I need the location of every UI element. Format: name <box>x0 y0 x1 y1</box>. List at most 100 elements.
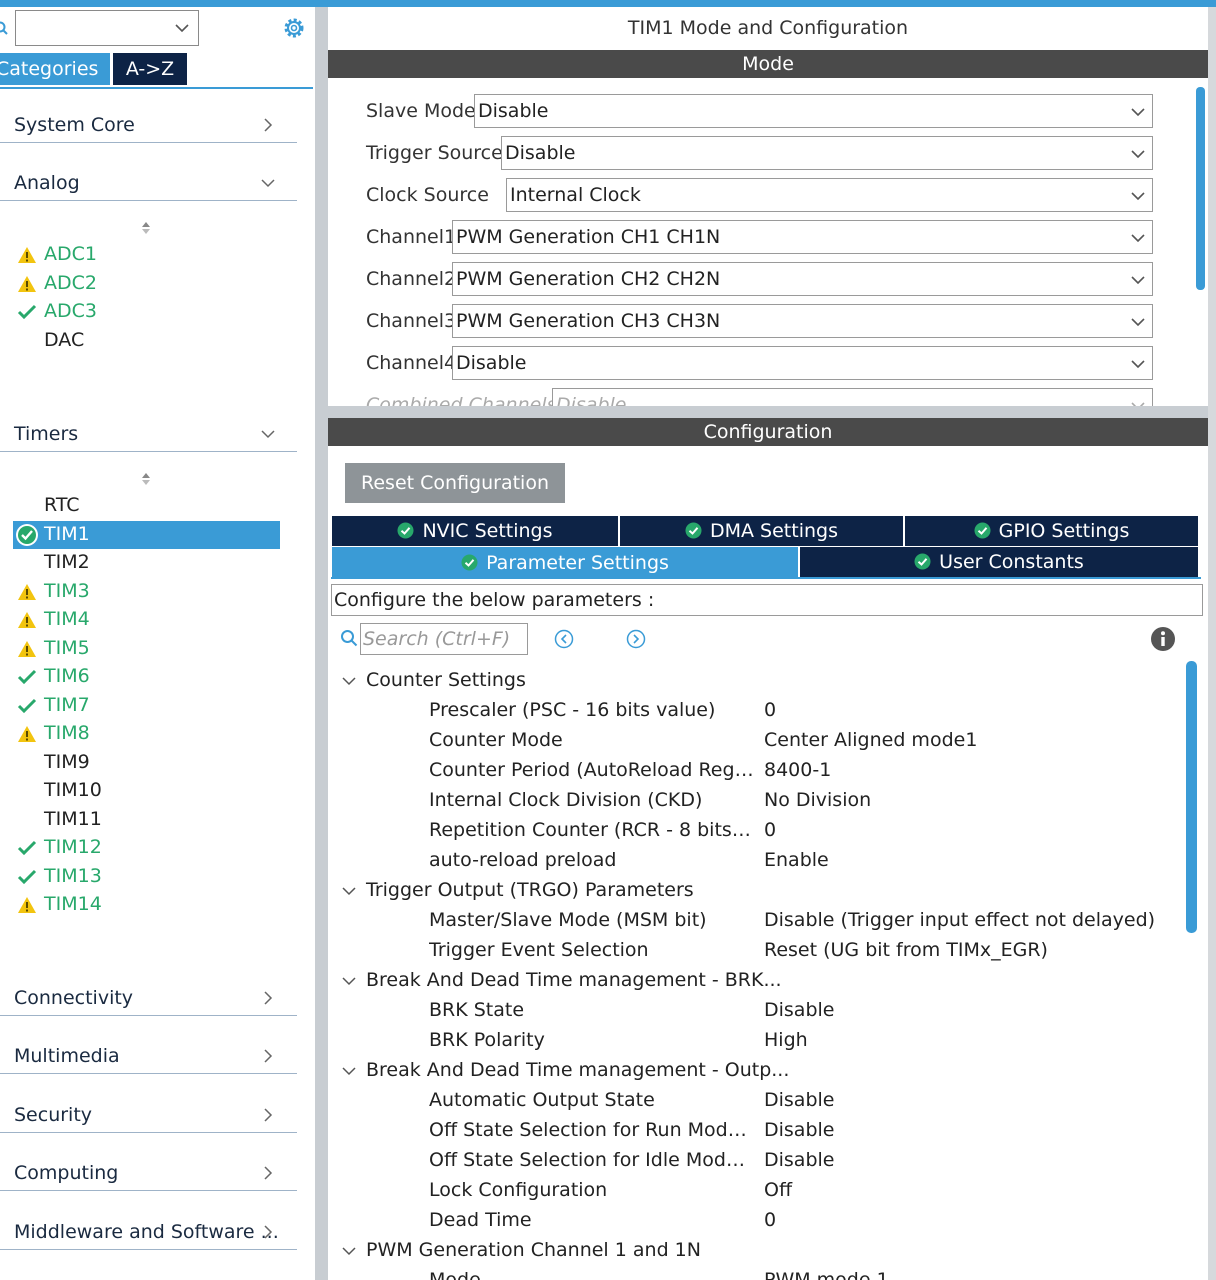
sort-icon[interactable] <box>139 220 153 236</box>
parameter-row[interactable]: auto-reload preload Enable <box>328 846 1186 876</box>
parameter-row[interactable]: Repetition Counter (RCR - 8 bits va... 0 <box>328 816 1186 846</box>
parameter-row[interactable]: BRK Polarity High <box>328 1026 1186 1056</box>
parameter-row[interactable]: Trigger Event Selection Reset (UG bit fro… <box>328 936 1186 966</box>
tree-group-pwm1[interactable]: PWM Generation Channel 1 and 1N <box>328 1236 1186 1266</box>
tab-nvic-settings[interactable]: NVIC Settings <box>332 516 618 546</box>
parameter-value[interactable]: 0 <box>764 1209 776 1231</box>
parameter-value[interactable]: Reset (UG bit from TIMx_EGR) <box>764 939 1048 961</box>
sidebar-item-tim13[interactable]: TIM13 <box>0 863 297 891</box>
channel4-select[interactable]: Disable <box>452 346 1153 380</box>
sidebar-item-rtc[interactable]: RTC <box>0 492 297 520</box>
select-value: PWM Generation CH2 CH2N <box>456 268 721 290</box>
chevron-down-icon[interactable] <box>342 974 356 988</box>
parameter-value[interactable]: Center Aligned mode1 <box>764 729 977 751</box>
parameter-row[interactable]: BRK State Disable <box>328 996 1186 1026</box>
category-timers[interactable]: Timers <box>0 412 297 452</box>
parameter-value[interactable]: Disable (Trigger input effect not delaye… <box>764 909 1155 931</box>
tree-group-trgo[interactable]: Trigger Output (TRGO) Parameters <box>328 876 1186 906</box>
clock-source-select[interactable]: Internal Clock <box>506 178 1153 212</box>
sidebar-item-tim3[interactable]: TIM3 <box>0 578 297 606</box>
tab-parameter-settings[interactable]: Parameter Settings <box>332 547 798 579</box>
sidebar-item-tim10[interactable]: TIM10 <box>0 777 297 805</box>
sidebar-item-tim12[interactable]: TIM12 <box>0 834 297 862</box>
parameter-value[interactable]: High <box>764 1029 808 1051</box>
parameter-value[interactable]: 0 <box>764 699 776 721</box>
search-previous-icon[interactable] <box>554 629 574 649</box>
parameter-row[interactable]: Counter Period (AutoReload Regist... 8400… <box>328 756 1186 786</box>
category-connectivity[interactable]: Connectivity <box>0 976 297 1016</box>
parameter-value[interactable]: Disable <box>764 999 834 1021</box>
combined-channels-select[interactable]: Disable <box>552 388 1153 406</box>
sidebar-item-tim2[interactable]: TIM2 <box>0 549 297 577</box>
parameter-value[interactable]: Disable <box>764 1089 834 1111</box>
sidebar-item-tim14[interactable]: TIM14 <box>0 891 297 919</box>
chevron-down-icon[interactable] <box>174 20 190 36</box>
info-icon[interactable] <box>1150 626 1176 652</box>
parameter-value[interactable]: Off <box>764 1179 792 1201</box>
parameter-row[interactable]: Prescaler (PSC - 16 bits value) 0 <box>328 696 1186 726</box>
category-computing[interactable]: Computing <box>0 1151 297 1191</box>
parameter-row[interactable]: Off State Selection for Idle Mode (... Di… <box>328 1146 1186 1176</box>
chevron-down-icon[interactable] <box>342 674 356 688</box>
tab-a-z[interactable]: A->Z <box>113 53 187 85</box>
parameter-row[interactable]: Lock Configuration Off <box>328 1176 1186 1206</box>
tree-group-outp[interactable]: Break And Dead Time management - Outp... <box>328 1056 1186 1086</box>
parameter-row[interactable]: Off State Selection for Run Mode (... Dis… <box>328 1116 1186 1146</box>
parameter-row[interactable]: Internal Clock Division (CKD) No Division <box>328 786 1186 816</box>
mode-scrollbar[interactable] <box>1196 87 1205 290</box>
parameter-value[interactable]: Disable <box>764 1149 834 1171</box>
parameter-value[interactable]: Disable <box>764 1119 834 1141</box>
sidebar-item-tim8[interactable]: TIM8 <box>0 720 297 748</box>
parameter-value[interactable]: 0 <box>764 819 776 841</box>
parameter-value[interactable]: 8400-1 <box>764 759 831 781</box>
parameter-row[interactable]: Dead Time 0 <box>328 1206 1186 1236</box>
category-system-core[interactable]: System Core <box>0 103 297 143</box>
sort-icon[interactable] <box>139 471 153 487</box>
parameter-value[interactable]: No Division <box>764 789 871 811</box>
gear-icon[interactable] <box>280 14 308 42</box>
parameter-row[interactable]: Mode PWM mode 1 <box>328 1266 1186 1280</box>
tree-group-counter[interactable]: Counter Settings <box>328 666 1186 696</box>
slave-mode-select[interactable]: Disable <box>474 94 1153 128</box>
section-splitter[interactable] <box>328 406 1208 418</box>
parameter-value[interactable]: Enable <box>764 849 829 871</box>
category-security[interactable]: Security <box>0 1093 297 1133</box>
category-multimedia[interactable]: Multimedia <box>0 1034 297 1074</box>
parameter-row[interactable]: Master/Slave Mode (MSM bit) Disable (Trig… <box>328 906 1186 936</box>
parameter-scrollbar[interactable] <box>1186 661 1197 933</box>
sidebar-item-tim4[interactable]: TIM4 <box>0 606 297 634</box>
tab-categories[interactable]: Categories <box>0 53 110 85</box>
sidebar-item-adc3[interactable]: ADC3 <box>0 298 297 326</box>
sidebar-item-adc2[interactable]: ADC2 <box>0 270 297 298</box>
panel-divider[interactable] <box>315 7 328 1280</box>
trigger-source-select[interactable]: Disable <box>501 136 1153 170</box>
channel3-select[interactable]: PWM Generation CH3 CH3N <box>452 304 1153 338</box>
sidebar-item-tim6[interactable]: TIM6 <box>0 663 297 691</box>
search-combo[interactable] <box>15 10 199 46</box>
reset-configuration-button[interactable]: Reset Configuration <box>345 463 565 503</box>
channel2-select[interactable]: PWM Generation CH2 CH2N <box>452 262 1153 296</box>
channel1-select[interactable]: PWM Generation CH1 CH1N <box>452 220 1153 254</box>
sidebar-item-tim5[interactable]: TIM5 <box>0 635 297 663</box>
tab-gpio-settings[interactable]: GPIO Settings <box>905 516 1198 546</box>
sidebar-item-tim7[interactable]: TIM7 <box>0 692 297 720</box>
chevron-down-icon[interactable] <box>342 1064 356 1078</box>
parameter-row[interactable]: Automatic Output State Disable <box>328 1086 1186 1116</box>
parameter-search-input[interactable]: Search (Ctrl+F) <box>360 623 528 655</box>
sidebar-item-tim11[interactable]: TIM11 <box>0 806 297 834</box>
sidebar-item-tim1[interactable]: TIM1 <box>0 520 297 549</box>
tab-dma-settings[interactable]: DMA Settings <box>620 516 903 546</box>
search-next-icon[interactable] <box>626 629 646 649</box>
chevron-down-icon[interactable] <box>342 1244 356 1258</box>
tab-user-constants[interactable]: User Constants <box>800 547 1198 577</box>
sidebar-item-tim9[interactable]: TIM9 <box>0 749 297 777</box>
chevron-down-icon[interactable] <box>342 884 356 898</box>
search-icon[interactable] <box>0 21 8 35</box>
parameter-row[interactable]: Counter Mode Center Aligned mode1 <box>328 726 1186 756</box>
sidebar-item-adc1[interactable]: ADC1 <box>0 241 297 269</box>
category-middleware[interactable]: Middleware and Software ... <box>0 1210 297 1250</box>
parameter-value[interactable]: PWM mode 1 <box>764 1269 889 1280</box>
sidebar-item-dac[interactable]: DAC <box>0 327 297 355</box>
tree-group-brk[interactable]: Break And Dead Time management - BRK... <box>328 966 1186 996</box>
category-analog[interactable]: Analog <box>0 161 297 201</box>
